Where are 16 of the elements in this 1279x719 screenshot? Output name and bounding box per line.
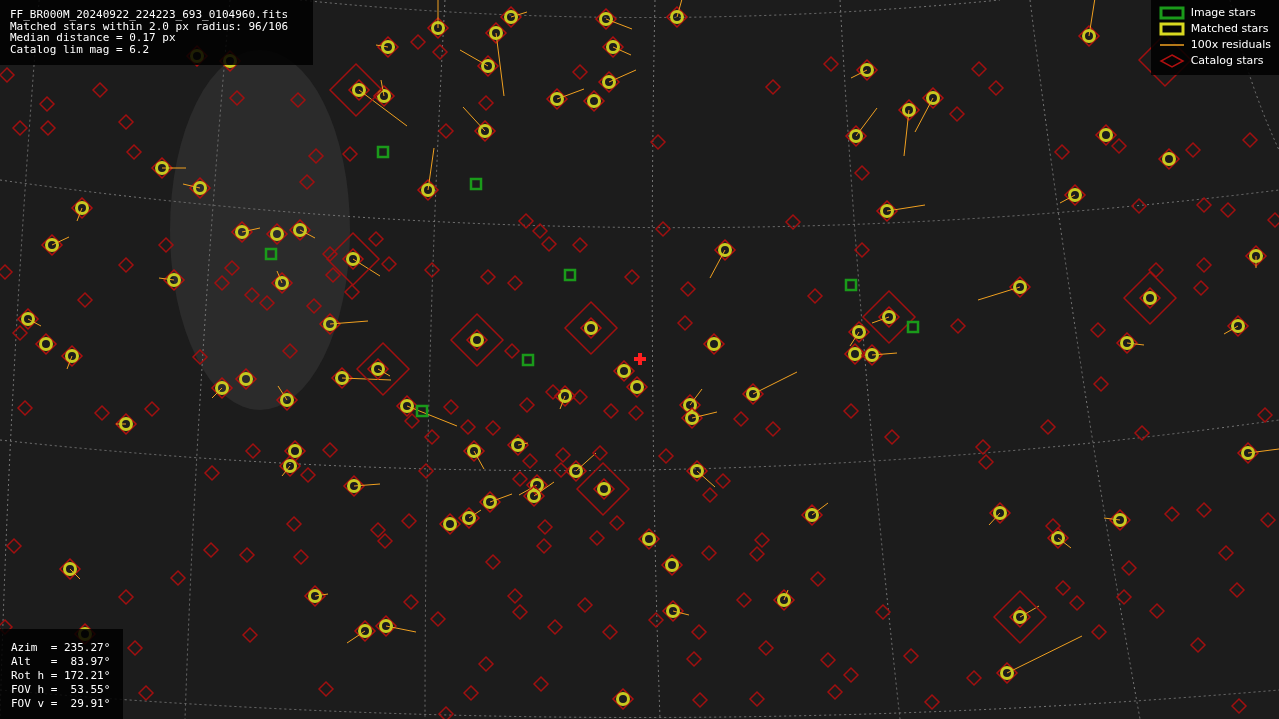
legend-label: Matched stars: [1190, 21, 1269, 37]
info-line: Median distance = 0.17 px: [10, 32, 176, 44]
pointing-line: FOV h = 53.55°: [11, 683, 112, 697]
pointing-line: Rot h = 172.21°: [11, 669, 112, 683]
pointing-line: Azim = 235.27°: [11, 641, 112, 655]
diamond-icon: [1158, 54, 1185, 68]
legend-label: 100x residuals: [1190, 37, 1271, 53]
pointing-line: FOV v = 29.91°: [11, 697, 112, 711]
info-line: Matched stars within 2.0 px radius: 96/106: [10, 20, 290, 32]
legend-label: Image stars: [1190, 5, 1256, 21]
info-line: Catalog lim mag = 6.2: [10, 43, 151, 55]
legend-label: Catalog stars: [1190, 53, 1264, 69]
info-line: FF_BR000M_20240922_224223_693_0104960.fits: [10, 9, 290, 21]
cross-icon: [634, 353, 646, 365]
legend-square-icon: [1158, 6, 1185, 20]
pointing-line: Alt = 83.97°: [11, 655, 112, 669]
